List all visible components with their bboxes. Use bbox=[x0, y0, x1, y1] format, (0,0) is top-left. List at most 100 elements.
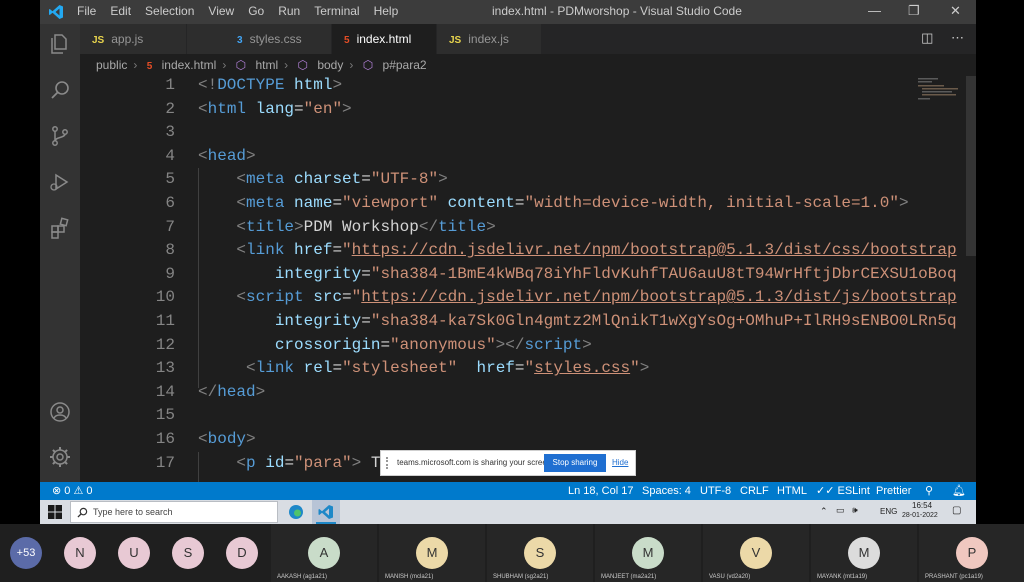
menu-help[interactable]: Help bbox=[374, 4, 399, 18]
participant-tile[interactable]: M MANISH (mcla21) bbox=[379, 524, 485, 582]
code-line[interactable]: <head> bbox=[198, 147, 256, 165]
code-line[interactable]: <title>PDM Workshop</title> bbox=[198, 218, 495, 236]
close-button[interactable]: ✕ bbox=[950, 3, 961, 19]
indentation[interactable]: Spaces: 4 bbox=[642, 482, 691, 500]
code-line[interactable]: </head> bbox=[198, 383, 265, 401]
participant-tile[interactable]: M MAYANK (mt1a19) bbox=[811, 524, 917, 582]
menu-view[interactable]: View bbox=[208, 4, 234, 18]
vscode-taskbar-icon[interactable] bbox=[312, 500, 340, 524]
minimap[interactable] bbox=[914, 76, 962, 116]
code-token: " bbox=[351, 288, 362, 307]
participant-avatar[interactable]: U bbox=[118, 537, 150, 569]
line-number: 12 bbox=[155, 335, 175, 354]
more-participants-badge[interactable]: +53 bbox=[10, 537, 42, 569]
minimize-button[interactable]: — bbox=[868, 3, 881, 18]
menu-go[interactable]: Go bbox=[248, 4, 264, 18]
participant-tile[interactable]: P PRASHANT (pc1a19) bbox=[919, 524, 1024, 582]
participant-tile[interactable]: S SHUBHAM (sg2a21) bbox=[487, 524, 593, 582]
code-line[interactable]: integrity="sha384-1BmE4kWBq78iYhFldvKuhf… bbox=[198, 265, 957, 283]
breadcrumb-body[interactable]: body bbox=[317, 58, 343, 72]
code-token: > bbox=[639, 359, 650, 378]
breadcrumb-html[interactable]: html bbox=[255, 58, 278, 72]
eslint-status[interactable]: ✓✓ ESLint bbox=[816, 482, 870, 500]
drag-handle[interactable] bbox=[386, 457, 394, 469]
edge-taskbar-icon[interactable] bbox=[282, 500, 310, 524]
code-token: < bbox=[198, 146, 208, 165]
line-number: 8 bbox=[165, 241, 175, 260]
action-center-icon[interactable]: ▢ bbox=[952, 505, 961, 516]
code-line[interactable]: integrity="sha384-ka7Sk0Gln4gmtz2MlQnikT… bbox=[198, 312, 957, 330]
extensions-icon[interactable] bbox=[48, 216, 72, 240]
line-ending[interactable]: CRLF bbox=[740, 482, 769, 500]
code-line[interactable]: crossorigin="anonymous"></script> bbox=[198, 336, 592, 354]
encoding[interactable]: UTF-8 bbox=[700, 482, 731, 500]
menu-file[interactable]: File bbox=[77, 4, 96, 18]
code-line[interactable]: <link rel="stylesheet" href="styles.css"… bbox=[198, 359, 649, 377]
tab-styles-css[interactable]: 3 styles.css bbox=[187, 24, 331, 54]
gear-icon[interactable] bbox=[48, 445, 72, 469]
participant-avatar[interactable]: N bbox=[64, 537, 96, 569]
menu-selection[interactable]: Selection bbox=[145, 4, 194, 18]
code-token: = bbox=[284, 453, 295, 472]
participant-avatar[interactable]: D bbox=[226, 537, 258, 569]
code-line[interactable]: <meta name="viewport" content="width=dev… bbox=[198, 194, 908, 212]
language-mode[interactable]: HTML bbox=[777, 482, 807, 500]
code-token: < bbox=[236, 453, 247, 472]
participant-tile[interactable]: A AAKASH (ag1a21) bbox=[271, 524, 377, 582]
code-token: < bbox=[198, 430, 208, 448]
line-number: 4 bbox=[165, 146, 175, 165]
code-token: "sha384-1BmE4kWBq78iYhFldvKuhfTAU6auU8tT… bbox=[370, 264, 957, 283]
line-number: 15 bbox=[155, 406, 175, 425]
tab-app-js[interactable]: JS app.js bbox=[80, 24, 186, 54]
participant-tile[interactable]: M MANJEET (ma2a21) bbox=[595, 524, 701, 582]
breadcrumb-file[interactable]: index.html bbox=[162, 58, 217, 72]
code-token: "stylesheet" bbox=[342, 359, 458, 378]
notifications-bell-icon[interactable]: 🔔︎ bbox=[952, 482, 966, 500]
show-hidden-icons-chevron-icon[interactable]: ⌃ bbox=[820, 506, 828, 517]
tab-index-js[interactable]: JS index.js bbox=[437, 24, 541, 54]
code-line[interactable]: <link href="https://cdn.jsdelivr.net/npm… bbox=[198, 241, 956, 260]
taskbar-search[interactable]: Type here to search bbox=[70, 501, 278, 523]
hide-link[interactable]: Hide bbox=[612, 458, 628, 467]
menu-edit[interactable]: Edit bbox=[110, 4, 131, 18]
problems-indicator[interactable]: ⊗ 0 ⚠ 0 bbox=[52, 482, 92, 500]
menu-terminal[interactable]: Terminal bbox=[314, 4, 359, 18]
windows-start-icon[interactable] bbox=[48, 505, 62, 519]
clock-date[interactable]: 28-01-2022 bbox=[902, 512, 938, 519]
code-token: = bbox=[332, 194, 343, 212]
code-line[interactable]: <!DOCTYPE html> bbox=[198, 76, 342, 94]
participant-avatar[interactable]: S bbox=[172, 537, 204, 569]
clock-time[interactable]: 16:54 bbox=[912, 501, 932, 510]
code-line[interactable]: <script src="https://cdn.jsdelivr.net/np… bbox=[198, 288, 956, 307]
code-line[interactable]: <p id="para"> This bbox=[198, 454, 409, 472]
code-line[interactable]: <body> bbox=[198, 430, 256, 448]
menu-run[interactable]: Run bbox=[278, 4, 300, 18]
code-line[interactable]: <html lang="en"> bbox=[198, 100, 352, 118]
search-icon[interactable] bbox=[48, 78, 72, 102]
volume-icon[interactable]: 🕪︎ bbox=[852, 505, 858, 516]
breadcrumb-p-para2[interactable]: p#para2 bbox=[383, 58, 427, 72]
code-editor[interactable]: 1 <!DOCTYPE html> 2 <html lang="en"> 3 4 <head… bbox=[80, 76, 976, 482]
feedback-icon[interactable]: ⚲ bbox=[925, 482, 933, 500]
prettier-status[interactable]: Prettier bbox=[876, 482, 911, 500]
source-control-icon[interactable] bbox=[48, 124, 72, 148]
breadcrumb-folder[interactable]: public bbox=[96, 58, 127, 72]
cursor-position[interactable]: Ln 18, Col 17 bbox=[568, 482, 633, 500]
run-debug-icon[interactable] bbox=[48, 170, 72, 194]
code-token: = bbox=[332, 241, 343, 260]
network-icon[interactable]: ▭ bbox=[836, 505, 845, 516]
language-indicator[interactable]: ENG bbox=[880, 507, 897, 516]
code-line[interactable]: <meta charset="UTF-8"> bbox=[198, 170, 447, 188]
split-editor-icon[interactable]: ◫ bbox=[921, 30, 933, 45]
explorer-icon[interactable] bbox=[48, 32, 72, 56]
participant-tile[interactable]: V VASU (vd2a20) bbox=[703, 524, 809, 582]
stop-sharing-button[interactable]: Stop sharing bbox=[544, 454, 606, 472]
restore-button[interactable]: ❐ bbox=[908, 3, 920, 19]
vertical-scrollbar[interactable] bbox=[966, 76, 976, 256]
more-actions-icon[interactable]: ⋯ bbox=[951, 30, 964, 45]
accounts-icon[interactable] bbox=[48, 400, 72, 424]
tab-index-html[interactable]: 5 index.html bbox=[332, 24, 436, 54]
code-token: < bbox=[236, 194, 247, 212]
